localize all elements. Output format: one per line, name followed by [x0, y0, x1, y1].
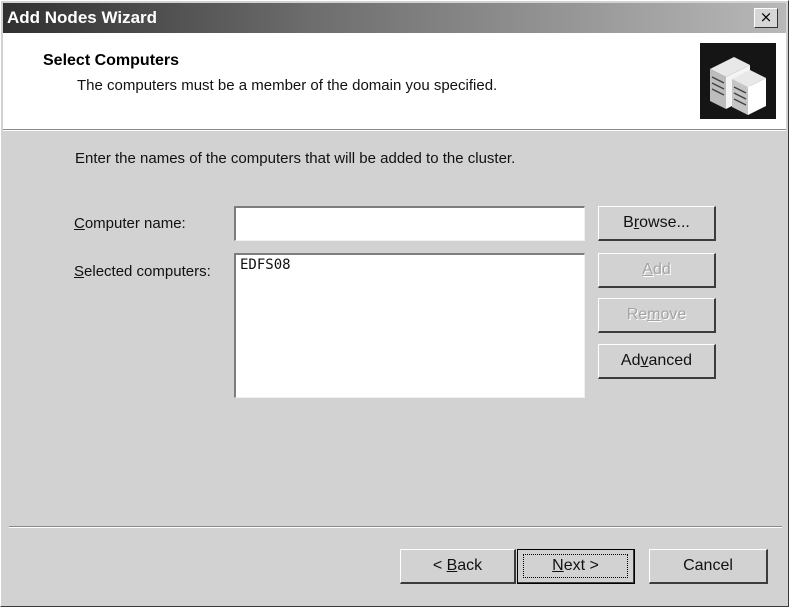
browse-button[interactable]: Browse...	[598, 206, 716, 241]
selected-computers-list[interactable]: EDFS08	[234, 253, 585, 398]
page-title: Select Computers	[43, 52, 180, 69]
wizard-header: Select Computers The computers must be a…	[3, 33, 786, 129]
add-button[interactable]: Add	[598, 253, 716, 288]
cancel-button[interactable]: Cancel	[649, 549, 768, 584]
footer-divider	[9, 526, 782, 528]
header-divider	[3, 129, 786, 131]
window-title: Add Nodes Wizard	[7, 8, 158, 27]
next-button[interactable]: Next >	[517, 549, 635, 584]
close-button[interactable]: ×	[754, 8, 778, 28]
advanced-button[interactable]: Advanced	[598, 344, 716, 379]
instruction-text: Enter the names of the computers that wi…	[75, 150, 516, 167]
close-icon: ×	[759, 8, 773, 26]
page-subtitle: The computers must be a member of the do…	[77, 77, 498, 94]
back-button[interactable]: < Back	[400, 549, 516, 584]
selected-computers-label: Selected computers:	[74, 263, 211, 280]
computer-name-input[interactable]	[234, 206, 585, 241]
list-item[interactable]: EDFS08	[240, 257, 291, 273]
add-nodes-wizard-window: Add Nodes Wizard × Select Computers The …	[0, 0, 789, 607]
title-bar[interactable]: Add Nodes Wizard ×	[3, 3, 786, 33]
computer-name-label: Computer name:	[74, 215, 186, 232]
servers-icon	[700, 43, 776, 119]
remove-button[interactable]: Remove	[598, 298, 716, 333]
